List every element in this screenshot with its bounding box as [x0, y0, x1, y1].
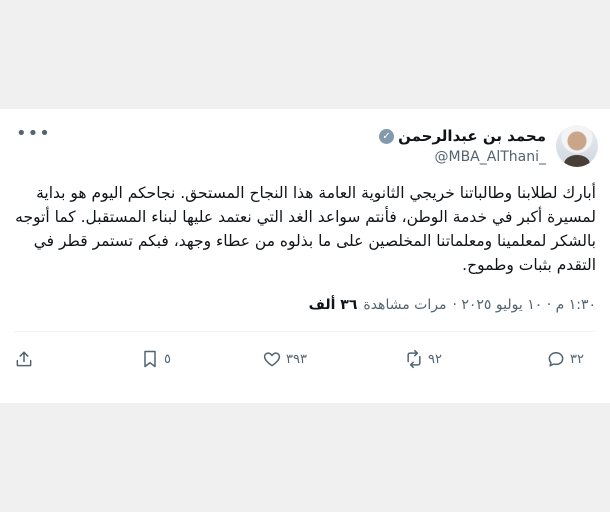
- action-bar: ٥ ٣٩٣ ٩٢ ٣٢: [14, 349, 596, 379]
- reply-count: ٣٢: [570, 351, 584, 367]
- author-handle[interactable]: @MBA_AlThani_: [435, 149, 547, 165]
- divider: [14, 331, 596, 332]
- retweet-icon: [407, 349, 421, 369]
- tweet-card: محمد بن عبدالرحمن ✓ @MBA_AlThani_ ••• أب…: [0, 109, 610, 403]
- tweet-text: أبارك لطلابنا وطالباتنا خريجي الثانوية ا…: [15, 184, 596, 274]
- more-options-icon[interactable]: •••: [16, 123, 51, 144]
- bookmark-icon: [144, 350, 156, 368]
- views-count: ٣٦ ألف: [308, 297, 358, 313]
- views-label: مرات مشاهدة: [363, 297, 447, 313]
- retweet-button[interactable]: ٩٢: [404, 349, 442, 369]
- heart-icon: [263, 352, 281, 367]
- bookmark-button[interactable]: ٥: [140, 349, 171, 369]
- like-count: ٣٩٣: [286, 351, 307, 367]
- verified-badge-icon: ✓: [379, 128, 395, 144]
- reply-button[interactable]: ٣٢: [546, 349, 584, 369]
- share-icon: [16, 351, 32, 367]
- bookmark-count: ٥: [164, 351, 171, 367]
- timestamp[interactable]: ١:٣٠ م · ١٠ يوليو ٢٠٢٥ ·: [452, 297, 596, 313]
- author-name[interactable]: محمد بن عبدالرحمن: [398, 127, 546, 145]
- like-button[interactable]: ٣٩٣: [262, 349, 307, 369]
- tweet-meta: ١:٣٠ م · ١٠ يوليو ٢٠٢٥ · مرات مشاهدة ٣٦ …: [309, 297, 596, 313]
- reply-icon: [548, 352, 564, 367]
- avatar[interactable]: [556, 125, 598, 167]
- share-button[interactable]: [14, 349, 34, 369]
- author-row: محمد بن عبدالرحمن ✓: [379, 127, 546, 145]
- retweet-count: ٩٢: [428, 351, 442, 367]
